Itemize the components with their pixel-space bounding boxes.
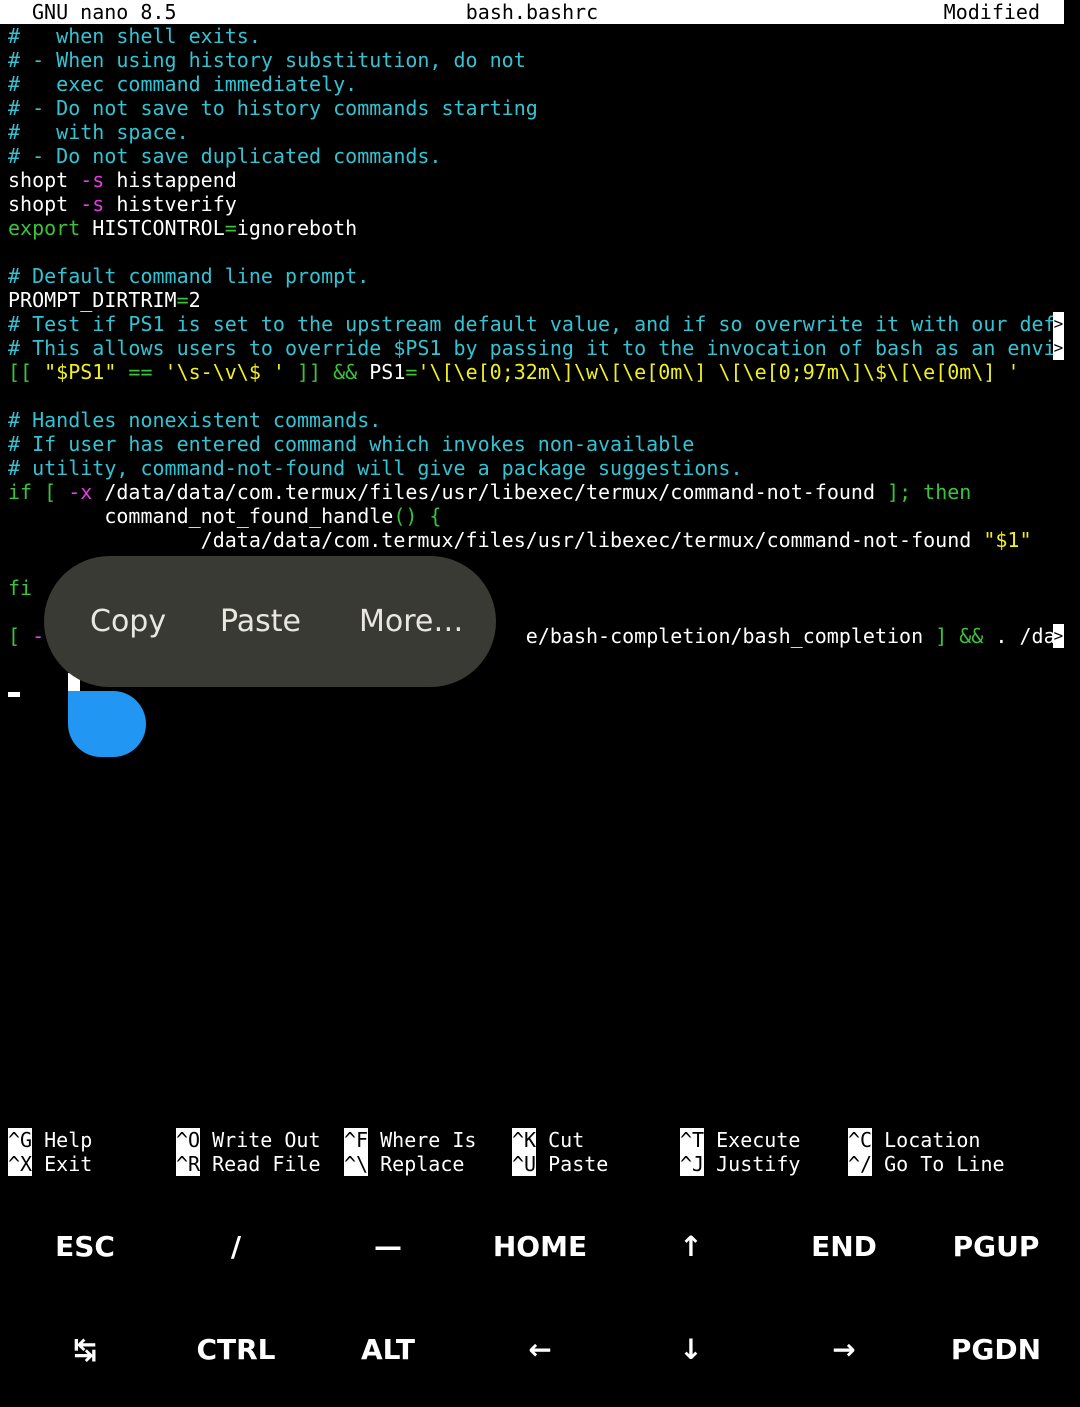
nano-title-bar: GNU nano 8.5 bash.bashrc Modified (0, 0, 1064, 24)
shortcut-justify[interactable]: ^J Justify (680, 1152, 800, 1176)
code-line: /data/data/com.termux/files/usr/libexec/… (8, 528, 1032, 552)
shortcut-paste[interactable]: ^U Paste (512, 1152, 608, 1176)
key-alt[interactable]: ALT (312, 1333, 464, 1366)
shortcut-read-file[interactable]: ^R Read File (176, 1152, 321, 1176)
paste-button[interactable]: Paste (220, 604, 301, 640)
code-line: # Default command line prompt. (8, 264, 370, 288)
code-line: [[ "$PS1" == '\s-\v\$ ' ]] && PS1='\[\e[… (8, 360, 1020, 384)
key-slash[interactable]: / (160, 1230, 312, 1263)
line-continues-indicator: > (1053, 624, 1064, 648)
key-end[interactable]: END (768, 1230, 920, 1263)
shortcut-cut[interactable]: ^K Cut (512, 1128, 584, 1152)
key-pgdn[interactable]: PGDN (920, 1333, 1072, 1366)
code-line: # with space. (8, 120, 189, 144)
key-esc[interactable]: ESC (9, 1230, 161, 1263)
editor-text-area[interactable]: # when shell exits. # - When using histor… (8, 24, 1064, 648)
nano-shortcut-bar: ^G Help ^X Exit ^O Write Out ^R Read Fil… (8, 1128, 1064, 1176)
code-line: # - When using history substitution, do … (8, 48, 526, 72)
key-left-arrow-icon[interactable]: ← (464, 1333, 616, 1366)
key-down-arrow-icon[interactable]: ↓ (615, 1333, 767, 1366)
shortcut-help[interactable]: ^G Help (8, 1128, 92, 1152)
shortcut-location[interactable]: ^C Location (848, 1128, 980, 1152)
text-selection-menu: Copy Paste More… (44, 556, 496, 687)
shortcut-replace[interactable]: ^\ Replace (344, 1152, 464, 1176)
key-ctrl[interactable]: CTRL (160, 1333, 312, 1366)
text-cursor (8, 692, 20, 697)
code-line: # This allows users to override $PS1 by … (8, 336, 1054, 360)
shortcut-go-to-line[interactable]: ^/ Go To Line (848, 1152, 1005, 1176)
code-line: # Test if PS1 is set to the upstream def… (8, 312, 1054, 336)
shortcut-execute[interactable]: ^T Execute (680, 1128, 800, 1152)
code-line: export HISTCONTROL=ignoreboth (8, 216, 358, 240)
code-line: command_not_found_handle() { (8, 504, 442, 528)
code-line: # If user has entered command which invo… (8, 432, 695, 456)
line-continues-indicator: > (1053, 312, 1064, 336)
code-line: # when shell exits. (8, 24, 261, 48)
code-line: if [ -x /data/data/com.termux/files/usr/… (8, 480, 972, 504)
key-home[interactable]: HOME (464, 1230, 616, 1263)
shortcut-where-is[interactable]: ^F Where Is (344, 1128, 476, 1152)
copy-button[interactable]: Copy (90, 604, 166, 640)
code-line: # exec command immediately. (8, 72, 358, 96)
shortcut-exit[interactable]: ^X Exit (8, 1152, 92, 1176)
shortcut-write-out[interactable]: ^O Write Out (176, 1128, 321, 1152)
code-line: PROMPT_DIRTRIM=2 (8, 288, 201, 312)
more-button[interactable]: More… (359, 604, 463, 640)
code-line: shopt -s histverify (8, 192, 237, 216)
code-line: # Handles nonexistent commands. (8, 408, 382, 432)
key-tab-icon[interactable]: ↹ (9, 1333, 161, 1366)
selection-handle[interactable] (68, 691, 146, 757)
key-dash[interactable]: — (312, 1230, 464, 1263)
key-pgup[interactable]: PGUP (920, 1230, 1072, 1263)
code-line: shopt -s histappend (8, 168, 237, 192)
file-name: bash.bashrc (465, 0, 599, 24)
code-line: # utility, command-not-found will give a… (8, 456, 743, 480)
code-line: # - Do not save duplicated commands. (8, 144, 442, 168)
code-line: # - Do not save to history commands star… (8, 96, 538, 120)
modified-status: Modified (943, 0, 1040, 24)
key-up-arrow-icon[interactable]: ↑ (615, 1230, 767, 1263)
extra-keys-bar: ESC / — HOME ↑ END PGUP ↹ CTRL ALT ← ↓ →… (0, 1200, 1080, 1407)
key-right-arrow-icon[interactable]: → (768, 1333, 920, 1366)
line-continues-indicator: > (1053, 336, 1064, 360)
